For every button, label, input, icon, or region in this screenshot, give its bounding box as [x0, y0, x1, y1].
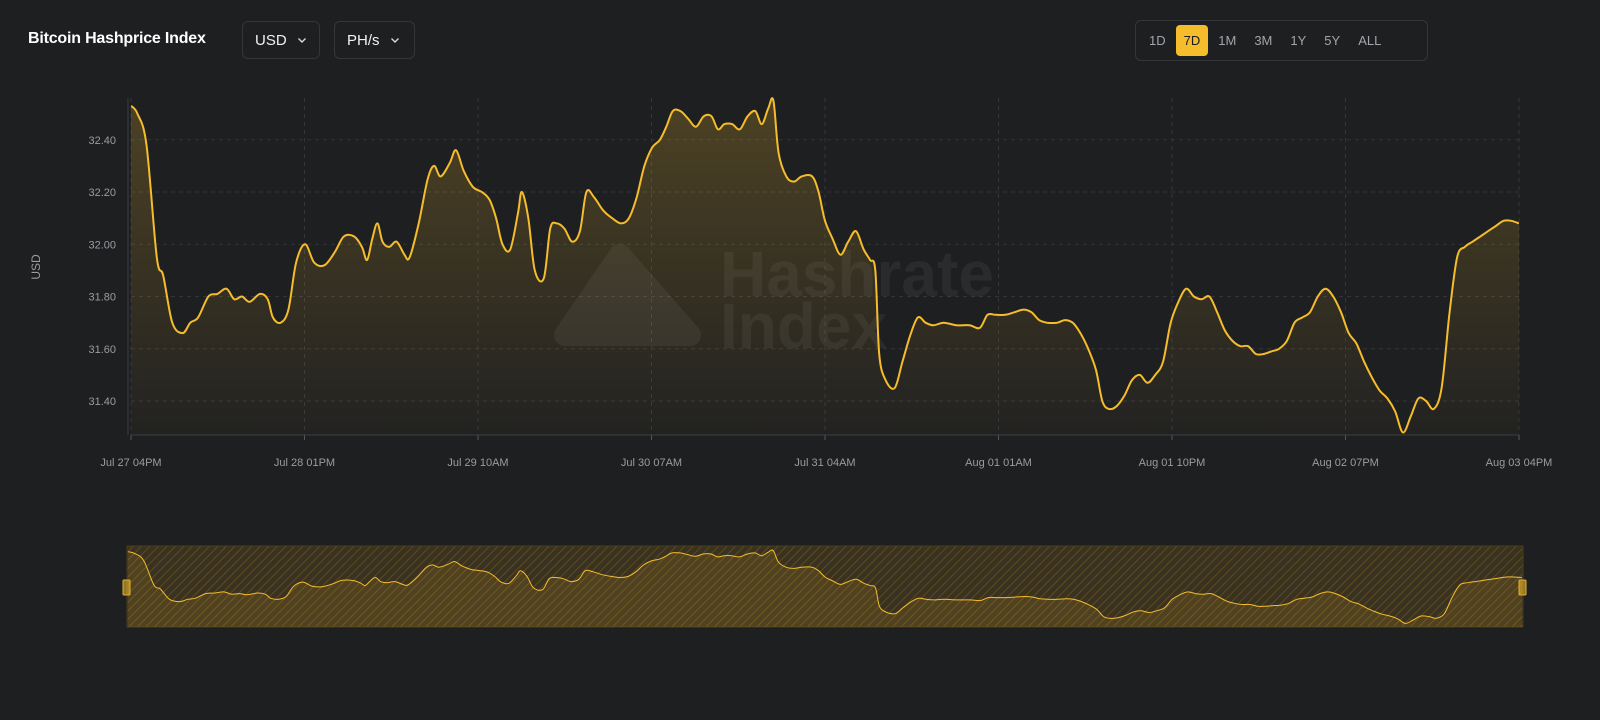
navigator-left-handle[interactable] — [122, 579, 131, 596]
x-tick-label: Aug 02 07PM — [1312, 457, 1379, 469]
y-tick-label: 31.80 — [88, 292, 116, 304]
x-tick-label: Aug 03 04PM — [1486, 457, 1553, 469]
x-tick-label: Jul 31 04AM — [794, 457, 855, 469]
x-tick-label: Aug 01 01AM — [965, 457, 1032, 469]
x-tick-label: Aug 01 10PM — [1139, 457, 1206, 469]
x-tick-label: Jul 29 10AM — [447, 457, 508, 469]
y-tick-label: 31.40 — [88, 396, 116, 408]
x-tick-label: Jul 28 01PM — [274, 457, 335, 469]
hashprice-chart[interactable]: Hashrate Index 32.4032.2032.0031.8031.60… — [0, 0, 1600, 720]
y-tick-label: 32.00 — [88, 239, 116, 251]
navigator-right-handle[interactable] — [1518, 579, 1527, 596]
y-tick-label: 32.20 — [88, 187, 116, 199]
y-tick-label: 31.60 — [88, 344, 116, 356]
y-axis-labels: 32.40 32.20 32.00 31.80 31.60 31.40 — [88, 135, 116, 408]
y-tick-label: 32.40 — [88, 135, 116, 147]
x-tick-label: Jul 27 04PM — [100, 457, 161, 469]
x-tick-label: Jul 30 07AM — [621, 457, 682, 469]
x-axis-labels: Jul 27 04PM Jul 28 01PM Jul 29 10AM Jul 30 … — [100, 457, 1552, 469]
range-navigator[interactable] — [122, 545, 1527, 628]
y-axis-title: USD — [29, 254, 43, 280]
